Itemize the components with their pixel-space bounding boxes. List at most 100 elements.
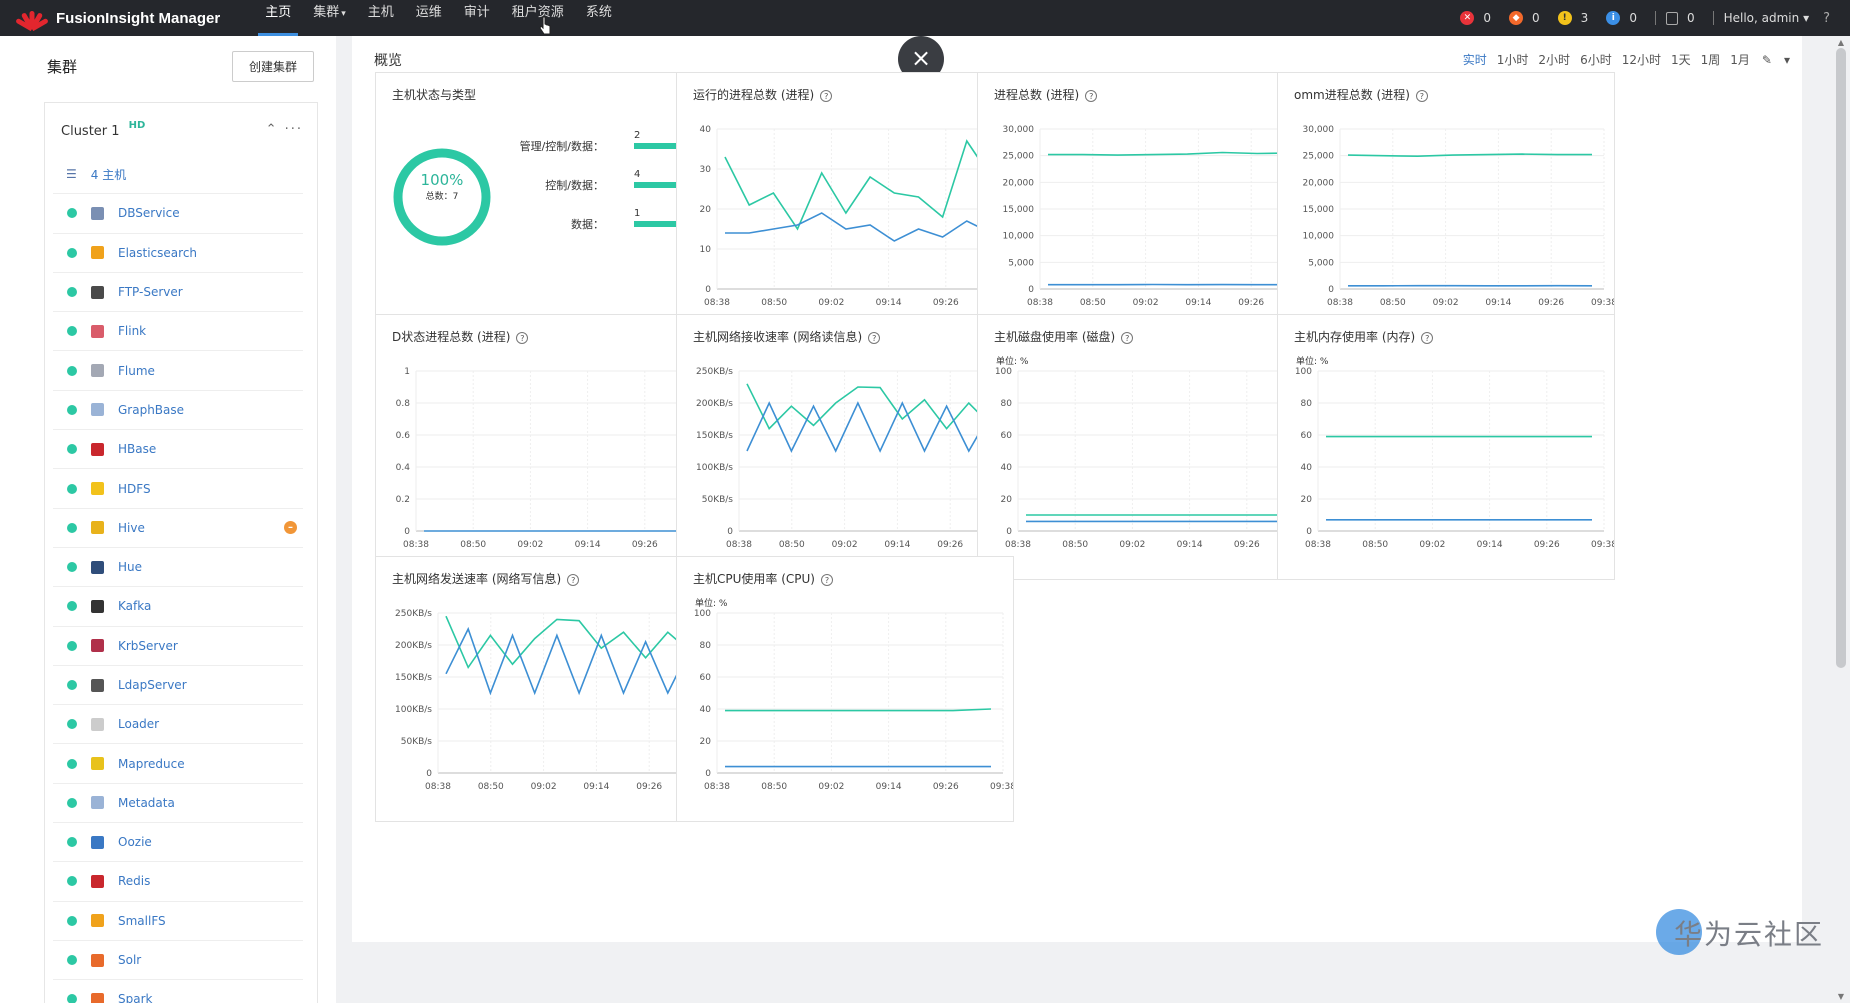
x-tick-label: 08:50 <box>761 298 787 308</box>
scroll-up-icon[interactable]: ▲ <box>1836 38 1846 47</box>
y-tick-label: 20 <box>700 737 712 747</box>
y-tick-label: 50KB/s <box>702 495 734 505</box>
service-item-loader[interactable]: Loader <box>53 705 303 745</box>
service-item-ldapserver[interactable]: LdapServer <box>53 666 303 706</box>
cluster-more-icon[interactable]: ⌃ ··· <box>266 122 303 137</box>
chart-title: D状态进程总数 (进程) <box>392 330 511 344</box>
x-tick-label: 08:38 <box>704 782 730 792</box>
help-icon[interactable]: ? <box>1121 332 1134 344</box>
y-tick-label: 80 <box>1301 399 1313 409</box>
time-range-3[interactable]: 6小时 <box>1580 51 1612 68</box>
warning-icon[interactable]: – <box>284 521 297 535</box>
help-icon[interactable]: ? <box>567 574 580 586</box>
alarm-count: 0 <box>1629 11 1637 25</box>
alarm-minor-icon: ! <box>1557 11 1572 25</box>
y-tick-label: 30 <box>700 165 712 175</box>
service-item-smallfs[interactable]: SmallFS <box>53 902 303 941</box>
help-icon[interactable]: ? <box>1421 332 1434 344</box>
service-item-graphbase[interactable]: GraphBase <box>53 391 303 431</box>
service-item-ftp-server[interactable]: FTP-Server <box>53 273 303 313</box>
y-tick-label: 0 <box>1006 527 1012 537</box>
service-item-redis[interactable]: Redis <box>53 862 303 902</box>
scroll-down-icon[interactable]: ▼ <box>1836 992 1846 1001</box>
cluster-header[interactable]: Cluster 1 HD ⌃ ··· <box>45 103 317 155</box>
nav-item-0[interactable]: 主页 <box>254 0 302 36</box>
time-range-5[interactable]: 1天 <box>1671 51 1691 68</box>
status-ok-icon <box>67 287 77 298</box>
time-range-7[interactable]: 1月 <box>1730 51 1750 68</box>
nav-item-4[interactable]: 审计 <box>453 0 501 36</box>
y-tick-label: 0 <box>705 285 711 295</box>
y-tick-label: 25,000 <box>1003 152 1035 162</box>
scrollbar-thumb[interactable] <box>1836 48 1846 668</box>
service-item-hbase[interactable]: HBase <box>53 430 303 470</box>
caret-down-icon[interactable]: ▾ <box>1784 53 1790 67</box>
nav-label: 主页 <box>265 5 292 20</box>
hosts-link[interactable]: ☰ 4 主机 <box>53 155 303 195</box>
time-range-4[interactable]: 12小时 <box>1622 51 1661 68</box>
service-item-dbservice[interactable]: DBService <box>53 194 303 234</box>
huawei-logo-icon <box>15 7 49 32</box>
nav-item-1[interactable]: 集群 ▾ <box>302 0 357 36</box>
help-icon[interactable]: ? <box>1085 90 1098 102</box>
service-name: Mapreduce <box>118 756 185 771</box>
service-item-hive[interactable]: Hive – <box>53 509 303 548</box>
alarm-critical[interactable]: ✕ 0 <box>1460 11 1491 25</box>
service-item-flink[interactable]: Flink <box>53 312 303 352</box>
service-item-solr[interactable]: Solr <box>53 941 303 981</box>
status-ok-icon <box>67 758 77 769</box>
y-tick-label: 20 <box>700 205 712 215</box>
service-solr-icon <box>91 953 104 967</box>
running-processes-panel: 运行的进程总数 (进程)? 0 10 20 30 40 08:38 08:50 09:02 09:… <box>676 72 1014 338</box>
panel-title: D状态进程总数 (进程)? <box>392 328 529 345</box>
page-scrollbar[interactable]: ▲ ▼ <box>1832 36 1850 1003</box>
help-icon[interactable]: ? <box>1823 11 1830 26</box>
service-item-flume[interactable]: Flume <box>53 351 303 391</box>
alarm-warning[interactable]: i0 <box>1606 11 1637 25</box>
x-tick-label: 09:26 <box>636 782 662 792</box>
help-icon[interactable]: ? <box>820 90 833 102</box>
service-item-elasticsearch[interactable]: Elasticsearch <box>53 234 303 273</box>
service-item-hdfs[interactable]: HDFS <box>53 469 303 509</box>
nav-item-2[interactable]: 主机 <box>357 0 405 36</box>
overview-panel: 概览 × 实时 1小时 2小时 6小时 12小时 1天 1周 1月 ✎ ▾ 主机状态与类型 100… <box>352 36 1802 942</box>
nav-item-6[interactable]: 系统 <box>575 0 623 36</box>
help-icon[interactable]: ? <box>820 574 833 586</box>
cluster-sidebar: 集群 创建集群 Cluster 1 HD ⌃ ··· ☰ 4 主机 DBServ… <box>0 36 336 1003</box>
service-name: SmallFS <box>118 913 166 928</box>
user-menu[interactable]: Hello, admin ▾ <box>1724 11 1810 25</box>
help-icon[interactable]: ? <box>516 332 529 344</box>
alarm-major[interactable]: ◆ 0 <box>1509 11 1540 25</box>
time-range-2[interactable]: 2小时 <box>1538 51 1570 68</box>
service-item-oozie[interactable]: Oozie <box>53 823 303 863</box>
service-item-kafka[interactable]: Kafka <box>53 587 303 627</box>
x-tick-label: 08:38 <box>403 540 429 550</box>
service-ldapserver-icon <box>91 678 104 692</box>
net-send-rate-chart: 0 50KB/s 100KB/s 150KB/s 200KB/s 250KB/s 08:38… <box>395 609 712 792</box>
task-center[interactable]: 0 <box>1665 11 1695 25</box>
service-item-krbserver[interactable]: KrbServer <box>53 627 303 666</box>
service-item-hue[interactable]: Hue <box>53 548 303 588</box>
cpu-usage-panel: 主机CPU使用率 (CPU)? 单位: % 0 20 40 60 80 100 08:38 08:… <box>676 556 1014 822</box>
service-item-mapreduce[interactable]: Mapreduce <box>53 744 303 784</box>
service-item-spark[interactable]: Spark <box>53 980 303 1003</box>
edit-icon[interactable]: ✎ <box>1762 53 1772 67</box>
task-count: 0 <box>1686 11 1695 25</box>
y-tick-label: 0 <box>1306 527 1312 537</box>
y-tick-label: 0 <box>1028 285 1034 295</box>
help-icon[interactable]: ? <box>868 332 881 344</box>
service-oozie-icon <box>91 835 104 849</box>
status-ok-icon <box>67 955 77 966</box>
service-flink-icon <box>91 324 104 338</box>
time-range-1[interactable]: 1小时 <box>1497 51 1529 68</box>
list-icon: ☰ <box>66 167 77 182</box>
time-range-6[interactable]: 1周 <box>1701 51 1721 68</box>
service-item-metadata[interactable]: Metadata <box>53 784 303 824</box>
nav-item-3[interactable]: 运维 <box>405 0 453 36</box>
create-cluster-button[interactable]: 创建集群 <box>231 50 314 82</box>
help-icon[interactable]: ? <box>1415 90 1428 102</box>
host-role-count: 1 <box>634 208 641 219</box>
panel-title: 主机网络发送速率 (网络写信息)? <box>392 570 580 587</box>
time-range-0[interactable]: 实时 <box>1463 51 1487 68</box>
alarm-minor[interactable]: ! 3 <box>1557 11 1588 25</box>
